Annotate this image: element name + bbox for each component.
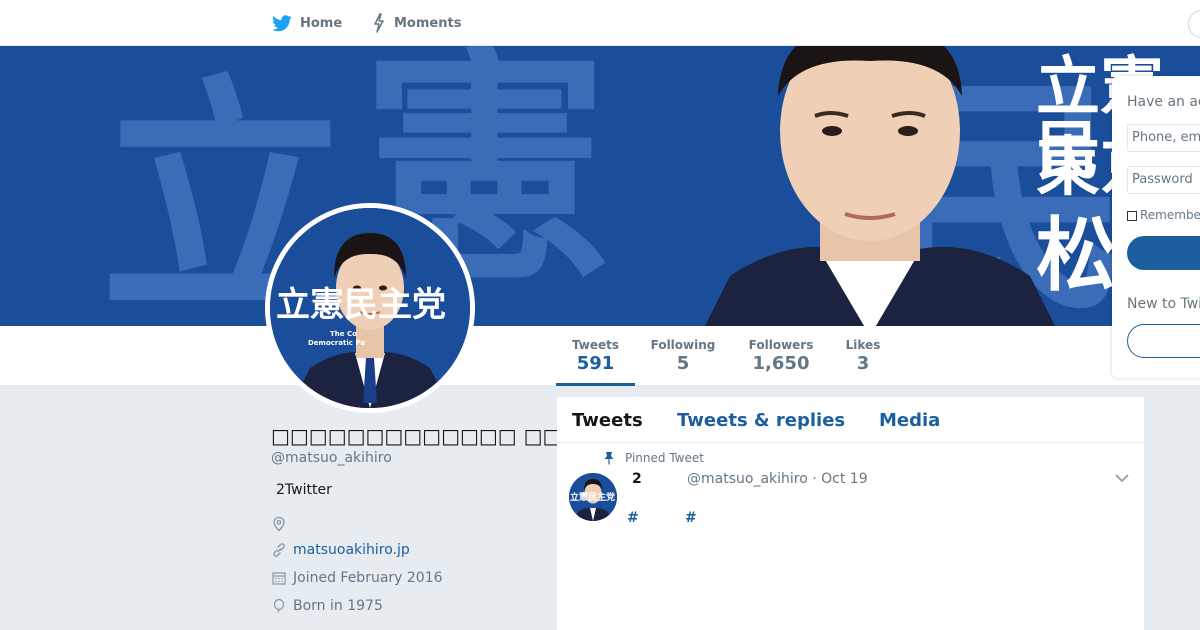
remember-label: Remember me	[1140, 208, 1200, 222]
nav-moments[interactable]: Moments	[372, 0, 461, 46]
remember-me[interactable]: Remember me	[1127, 208, 1200, 222]
joined-text: Joined February 2016	[293, 570, 443, 586]
tweet-avatar[interactable]: 立憲民主党	[569, 473, 617, 521]
pinned-text: Pinned Tweet	[625, 451, 704, 465]
avatar-sign-text: 立憲民主党	[276, 285, 446, 325]
profile-handle[interactable]: @matsuo_akihiro	[271, 450, 392, 466]
banner-portrait	[705, 46, 1055, 326]
stat-followers[interactable]: Followers 1,650	[743, 326, 819, 386]
lightning-icon	[374, 13, 384, 33]
profile-banner: 立 憲 民 立憲民 東京 松	[0, 46, 1200, 326]
profile-bio: 2Twitter	[276, 482, 332, 498]
profile-stats-bar: Tweets 591 Following 5 Followers 1,650 L…	[0, 326, 1200, 386]
stat-value: 591	[576, 353, 615, 374]
language-button[interactable]	[1188, 10, 1200, 38]
stat-label: Likes	[845, 338, 881, 352]
signup-button[interactable]	[1127, 324, 1200, 358]
timeline-tabs: Tweets Tweets & replies Media	[557, 397, 1144, 443]
chevron-down-icon[interactable]	[1115, 473, 1129, 483]
stat-label: Following	[650, 338, 716, 352]
tweet-avatar-text: 立憲民主党	[570, 491, 615, 503]
avatar-portrait: 立憲民主党 The Co Democratic Pa	[270, 208, 470, 408]
stat-tweets[interactable]: Tweets 591	[556, 326, 635, 386]
remember-checkbox[interactable]	[1127, 211, 1137, 221]
nav-moments-label: Moments	[394, 15, 462, 31]
profile-avatar[interactable]: 立憲民主党 The Co Democratic Pa	[265, 203, 475, 413]
tweet-hashtag[interactable]: #	[685, 510, 697, 526]
stat-label: Tweets	[571, 338, 620, 352]
location-pin-icon	[273, 516, 285, 532]
tweet-avatar-portrait: 立憲民主党	[569, 473, 617, 521]
tab-tweets-replies[interactable]: Tweets & replies	[677, 410, 845, 431]
pin-icon	[604, 452, 614, 465]
tweet-hashtag[interactable]: #	[627, 510, 639, 526]
avatar-sign-sub: Democratic Pa	[308, 339, 365, 347]
twitter-bird-icon	[272, 14, 292, 31]
password-input[interactable]: Password	[1127, 166, 1200, 194]
nav-home-label: Home	[300, 15, 343, 31]
phone-email-input[interactable]: Phone, email or username	[1127, 124, 1200, 152]
website-link[interactable]: matsuoakihiro.jp	[293, 542, 410, 558]
profile-birthday: Born in 1975	[271, 598, 383, 614]
stat-value: 3	[856, 353, 870, 374]
banner-text: 松	[1036, 209, 1116, 302]
profile-location	[271, 516, 293, 532]
stat-following[interactable]: Following 5	[645, 326, 721, 386]
calendar-icon	[272, 572, 286, 585]
avatar-photo: 立憲民主党 The Co Democratic Pa	[270, 208, 470, 408]
new-to-twitter: New to Twitter?	[1127, 296, 1200, 312]
login-card: Have an account? Phone, email or usernam…	[1112, 76, 1200, 378]
pinned-tweet-label: Pinned Tweet	[603, 451, 704, 465]
login-button[interactable]	[1127, 236, 1200, 270]
avatar-sign-sub: The Co	[330, 330, 357, 338]
profile-joined: Joined February 2016	[271, 570, 443, 586]
born-text: Born in 1975	[293, 598, 383, 614]
stat-value: 5	[676, 353, 690, 374]
profile-website: matsuoakihiro.jp	[271, 542, 410, 558]
link-icon	[273, 543, 285, 557]
login-title: Have an account?	[1127, 94, 1200, 110]
balloon-icon	[273, 598, 285, 613]
tweet-handle-date[interactable]: @matsuo_akihiro · Oct 19	[687, 471, 868, 487]
tab-media[interactable]: Media	[879, 410, 940, 431]
nav-home[interactable]: Home	[272, 0, 342, 46]
top-navigation: Home Moments	[0, 0, 1200, 46]
stat-likes[interactable]: Likes 3	[838, 326, 888, 386]
stat-value: 1,650	[752, 353, 810, 374]
tweet-author-name[interactable]: 2	[632, 471, 642, 487]
tab-tweets[interactable]: Tweets	[572, 410, 643, 431]
timeline: Tweets Tweets & replies Media Pinned Twe…	[557, 397, 1144, 630]
stat-label: Followers	[748, 338, 814, 352]
